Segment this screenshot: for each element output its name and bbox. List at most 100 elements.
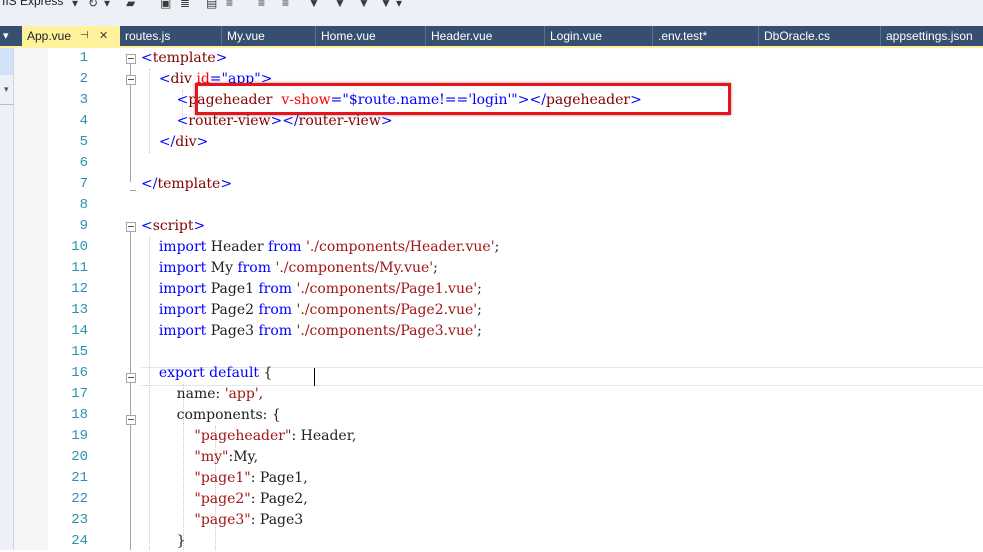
code-token: router-view <box>298 113 381 129</box>
toolbar: IIS Express ▾ ↻ ▾ ▰ ▣ ≣ ▤ ≡ ≡ ≡ ▼ ▼ ▼ ▼ … <box>0 0 983 27</box>
code-token: div <box>175 134 197 150</box>
bookmark-clear-icon[interactable]: ▼ <box>380 0 392 10</box>
tab-appsettings-json[interactable]: appsettings.json <box>881 26 983 46</box>
close-icon[interactable]: ✕ <box>99 26 108 46</box>
tab-header-vue[interactable]: Header.vue <box>426 26 545 46</box>
tab-label: DbOracle.cs <box>764 29 831 43</box>
code-token: './components/Page3.vue' <box>296 323 478 339</box>
tab-label: My.vue <box>227 29 265 43</box>
line-number: 2 <box>79 71 88 87</box>
collapse-icon[interactable] <box>126 373 136 383</box>
tab-label: routes.js <box>125 29 171 43</box>
collapse-icon[interactable] <box>126 415 136 425</box>
line-number: 9 <box>79 218 88 234</box>
line-number: 16 <box>71 365 88 381</box>
dropdown-arrow-icon[interactable]: ▾ <box>4 84 9 95</box>
outline-line <box>130 232 131 550</box>
indent-icon[interactable]: ≡ <box>282 0 289 10</box>
code-token: : Page3 <box>250 512 304 528</box>
code-token: > <box>196 134 209 150</box>
code-token: "page2" <box>194 491 251 507</box>
pin-icon[interactable]: ⊣ <box>80 26 89 46</box>
code-token: < <box>176 92 189 108</box>
annotation-highlight-box <box>195 83 731 115</box>
code-token: components: { <box>141 407 281 423</box>
code-token: template <box>157 176 221 192</box>
code-line: import Page1 from './components/Page1.vu… <box>141 279 482 300</box>
line-number: 19 <box>71 428 88 444</box>
document-tab-bar: App.vue ⊣ ✕ routes.js My.vue Home.vue He… <box>0 26 983 46</box>
bookmark-prev-icon[interactable]: ▼ <box>334 0 346 10</box>
code-token: template <box>152 50 216 66</box>
code-line: } <box>141 531 186 552</box>
tab-label: Home.vue <box>321 29 376 43</box>
tab-login-vue[interactable]: Login.vue <box>545 26 653 46</box>
tab-label: Login.vue <box>550 29 603 43</box>
collapse-icon[interactable] <box>126 54 136 64</box>
code-token: './components/Page1.vue' <box>296 281 478 297</box>
collapse-icon[interactable] <box>126 75 136 85</box>
code-token: import <box>158 281 207 297</box>
tab-env-test[interactable]: .env.test* <box>653 26 759 46</box>
bookmark-icon[interactable]: ▼ <box>308 0 320 10</box>
code-token: name: <box>141 386 225 402</box>
dropdown-arrow-icon[interactable]: ▾ <box>72 0 78 10</box>
line-number: 12 <box>71 281 88 297</box>
code-line: <script> <box>141 216 205 237</box>
list-icon[interactable]: ≡ <box>226 0 233 10</box>
code-token: './components/Page2.vue' <box>296 302 478 318</box>
line-number: 5 <box>79 134 88 150</box>
line-number: 24 <box>71 533 88 549</box>
code-token: './components/My.vue' <box>275 260 434 276</box>
tab-overflow-icon[interactable]: ▾ <box>3 26 9 46</box>
tab-home-vue[interactable]: Home.vue <box>316 26 426 46</box>
code-editor[interactable]: <template> <div id="app"> <pageheader v-… <box>141 48 983 550</box>
code-line: export default { <box>141 363 273 384</box>
line-number: 8 <box>79 197 88 213</box>
code-line: import My from './components/My.vue'; <box>141 258 438 279</box>
tab-routes-js[interactable]: routes.js <box>120 26 222 46</box>
code-token: export <box>158 365 205 381</box>
toolbar-options-icon[interactable]: ▾ <box>396 0 402 10</box>
refresh-icon[interactable]: ↻ <box>88 0 98 10</box>
bookmark-next-icon[interactable]: ▼ <box>358 0 370 10</box>
code-token: > <box>215 50 228 66</box>
line-number: 20 <box>71 449 88 465</box>
align-icon[interactable]: ≣ <box>180 0 190 10</box>
code-line: "page3": Page3 <box>141 510 303 531</box>
line-number: 15 <box>71 344 88 360</box>
dropdown-arrow-icon[interactable]: ▾ <box>104 0 110 10</box>
code-token: > <box>220 176 233 192</box>
code-line: components: { <box>141 405 281 426</box>
tab-app-vue[interactable]: App.vue ⊣ ✕ <box>22 26 120 46</box>
tab-my-vue[interactable]: My.vue <box>222 26 316 46</box>
tab-label: .env.test* <box>658 29 708 43</box>
run-target-label[interactable]: IIS Express <box>2 0 63 8</box>
folder-icon[interactable]: ▰ <box>126 0 135 10</box>
text-caret <box>314 368 315 386</box>
navigation-panel[interactable] <box>0 48 13 75</box>
layout-icon[interactable]: ▤ <box>206 0 217 10</box>
tab-dboracle-cs[interactable]: DbOracle.cs <box>759 26 881 46</box>
code-token: from <box>267 239 302 255</box>
outdent-icon[interactable]: ≡ <box>258 0 265 10</box>
code-token: "page3" <box>194 512 251 528</box>
line-number: 13 <box>71 302 88 318</box>
line-number: 3 <box>79 92 88 108</box>
save-icon[interactable]: ▣ <box>160 0 171 10</box>
divider <box>0 104 13 105</box>
line-number: 22 <box>71 491 88 507</box>
collapse-icon[interactable] <box>126 222 136 232</box>
code-token: </ <box>158 134 176 150</box>
line-number: 4 <box>79 113 88 129</box>
code-token: ></ <box>270 113 299 129</box>
code-token: > <box>193 218 206 234</box>
